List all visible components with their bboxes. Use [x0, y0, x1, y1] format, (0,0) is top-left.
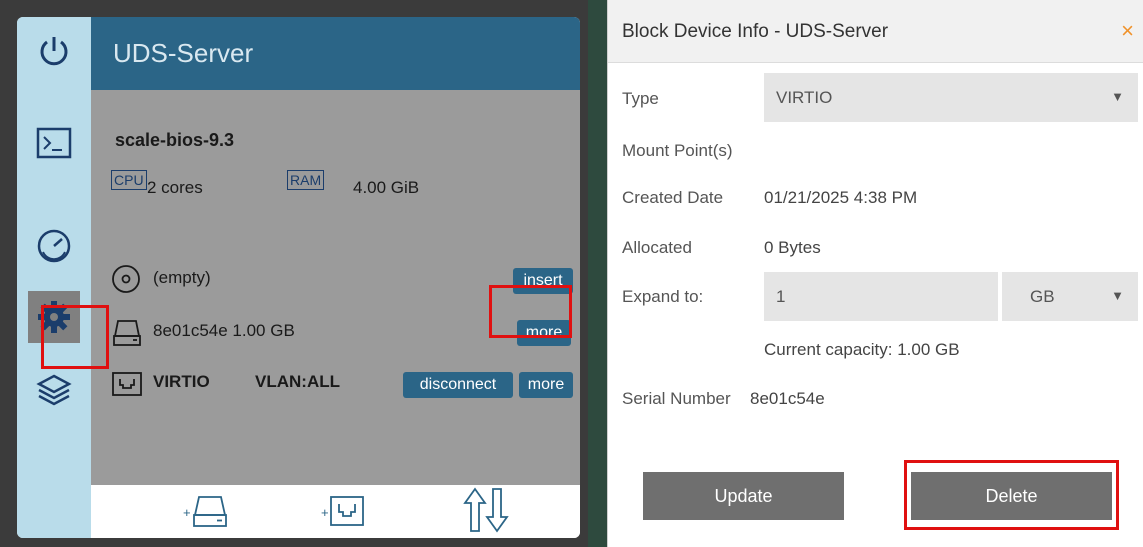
- vm-sidebar: [17, 17, 91, 538]
- mount-points-label: Mount Point(s): [622, 141, 733, 160]
- serial-number-value: 8e01c54e: [750, 389, 825, 408]
- import-export-icon[interactable]: [463, 487, 509, 538]
- background-divider: [588, 0, 607, 547]
- serial-number-label: Serial Number: [622, 389, 731, 408]
- expand-unit-select[interactable]: GB ▼: [1002, 272, 1138, 321]
- ram-size: 4.00 GiB: [353, 178, 420, 197]
- snapshots-layers-icon[interactable]: [28, 364, 80, 416]
- svg-text:+: +: [321, 505, 329, 520]
- vm-name: scale-bios-9.3: [115, 130, 235, 150]
- dialog-header: Block Device Info - UDS-Server ×: [608, 0, 1143, 63]
- current-capacity-note: Current capacity: 1.00 GB: [764, 340, 960, 359]
- power-icon[interactable]: [28, 25, 80, 77]
- vm-card: UDS-Server scale-bios-9.3 CPU 2 cores RA…: [17, 17, 580, 538]
- expand-size-input[interactable]: 1: [764, 272, 998, 321]
- expand-unit-value: GB: [1030, 287, 1055, 306]
- created-date-value: 01/21/2025 4:38 PM: [764, 188, 918, 207]
- allocated-label: Allocated: [622, 238, 692, 257]
- performance-gauge-icon[interactable]: [28, 220, 80, 272]
- add-network-icon[interactable]: +: [321, 491, 367, 536]
- type-label: Type: [622, 89, 659, 108]
- nic-vlan-label: VLAN:ALL: [255, 372, 340, 391]
- cpu-icon: CPU: [111, 170, 147, 190]
- allocated-value: 0 Bytes: [764, 238, 821, 257]
- chevron-down-icon: ▼: [1111, 89, 1124, 104]
- block-device-dialog: Block Device Info - UDS-Server × Type VI…: [607, 0, 1143, 547]
- delete-highlight-box: [904, 460, 1119, 530]
- vm-header: UDS-Server: [91, 17, 580, 90]
- svg-text:+: +: [183, 505, 191, 520]
- cpu-cores: 2 cores: [147, 178, 203, 197]
- vm-title: UDS-Server: [113, 38, 254, 68]
- ram-icon: RAM: [287, 170, 325, 190]
- disconnect-button[interactable]: disconnect: [403, 372, 513, 398]
- disk-label: 8e01c54e 1.00 GB: [153, 321, 295, 340]
- expand-to-label: Expand to:: [622, 287, 704, 306]
- type-select[interactable]: VIRTIO ▼: [764, 73, 1138, 122]
- disk-drive-icon: [111, 318, 143, 353]
- nic-type-label: VIRTIO: [153, 372, 210, 391]
- more-highlight-box: [489, 285, 572, 338]
- expand-size-value: 1: [776, 287, 786, 306]
- optical-disc-icon: [111, 264, 141, 299]
- network-card-icon: [111, 371, 143, 402]
- add-disk-icon[interactable]: +: [183, 491, 229, 536]
- vm-panel-background: UDS-Server scale-bios-9.3 CPU 2 cores RA…: [0, 0, 588, 547]
- gear-highlight-box: [41, 305, 109, 369]
- created-date-label: Created Date: [622, 188, 724, 207]
- console-icon[interactable]: [28, 117, 80, 169]
- dialog-title: Block Device Info - UDS-Server: [622, 21, 889, 42]
- type-select-value: VIRTIO: [776, 88, 833, 107]
- nic-more-button[interactable]: more: [519, 372, 573, 398]
- vm-footer: + +: [91, 485, 580, 538]
- chevron-down-icon: ▼: [1111, 288, 1124, 303]
- optical-drive-label: (empty): [153, 268, 211, 287]
- update-button[interactable]: Update: [643, 472, 844, 520]
- close-icon[interactable]: ×: [1121, 18, 1134, 44]
